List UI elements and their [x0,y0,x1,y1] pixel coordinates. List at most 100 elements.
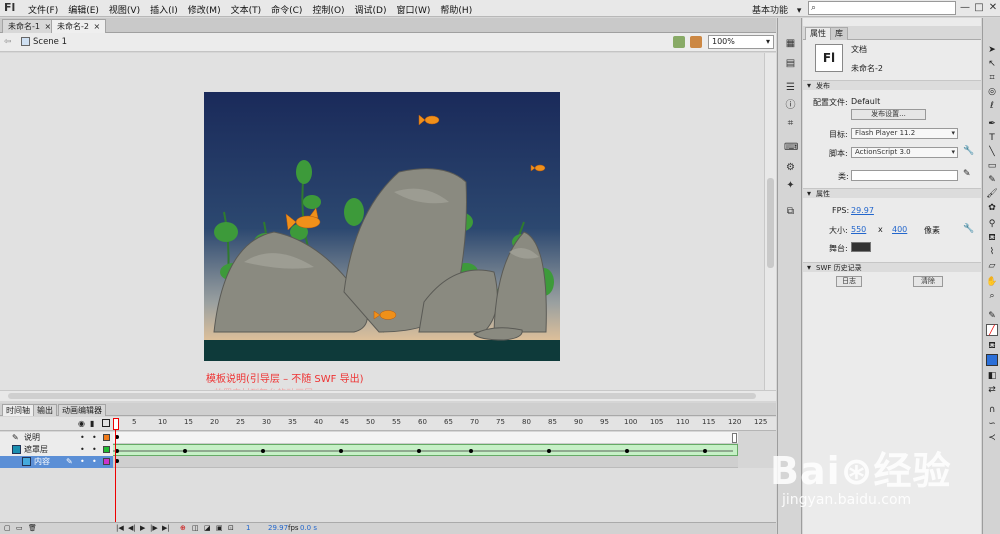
close-button[interactable]: ✕ [986,2,1000,14]
script-select[interactable]: ActionScript 3.0 ▾ [851,147,958,158]
scene-label[interactable]: Scene 1 [33,37,67,47]
no-stroke-icon[interactable]: ╱ [986,324,998,336]
doc-tab-1[interactable]: 未命名-1 × [2,19,58,33]
layer-color-swatch[interactable] [103,434,110,441]
current-frame[interactable]: 1 [246,524,250,532]
wrench-icon[interactable]: 🔧 [963,224,974,234]
menu-insert[interactable]: 插入(I) [150,3,178,16]
layer-name[interactable]: 说明 [24,432,40,443]
visibility-dot[interactable]: • [80,444,85,455]
publish-settings-button[interactable]: 发布设置... [851,109,926,120]
menu-debug[interactable]: 调试(D) [355,3,387,16]
straighten-icon[interactable]: ≺ [986,432,998,444]
center-frame-icon[interactable]: ⊕ [180,524,186,532]
end-frame[interactable] [732,433,737,443]
align-panel-icon[interactable]: ☰ [784,82,797,94]
new-folder-icon[interactable]: ▭ [16,524,23,532]
clear-button[interactable]: 清除 [913,276,943,287]
layer-row[interactable]: 遮罩层 • • [0,444,113,456]
publish-section-header[interactable]: 发布 [803,80,981,91]
close-icon[interactable]: × [94,22,101,31]
brush-tool-icon[interactable]: 🖌 [986,188,998,200]
playhead-handle[interactable] [113,418,119,430]
tab-motion-editor[interactable]: 动画编辑器 [58,404,106,416]
delete-layer-icon[interactable]: 🗑 [28,524,37,532]
onion-skin-icon[interactable]: ◫ [192,524,199,532]
frame-row[interactable] [113,444,738,456]
text-tool-icon[interactable]: T [986,132,998,144]
deco-tool-icon[interactable]: ✿ [986,202,998,214]
fill-swatch-icon[interactable] [986,354,998,366]
class-input[interactable] [851,170,958,181]
layer-name[interactable]: 遮罩层 [24,444,48,455]
tab-properties[interactable]: 属性 [805,27,831,40]
onion-markers-icon[interactable]: ⊡ [228,524,234,532]
tab-output[interactable]: 输出 [33,404,57,416]
lock-dot[interactable]: • [92,444,97,455]
prev-frame-icon[interactable]: ◀| [128,524,136,532]
last-frame-icon[interactable]: ▶| [162,524,170,532]
motion-presets-icon[interactable]: ✦ [784,180,797,192]
line-tool-icon[interactable]: ╲ [986,146,998,158]
maximize-button[interactable]: □ [972,2,986,14]
vertical-scrollbar[interactable] [764,53,776,390]
snap-magnet-icon[interactable]: ∩ [986,404,998,416]
horizontal-scrollbar[interactable] [0,390,776,401]
menu-control[interactable]: 控制(O) [312,3,344,16]
lock-dot[interactable]: • [92,456,97,467]
lock-dot[interactable]: • [92,432,97,443]
wrench-icon[interactable]: 🔧 [963,146,974,156]
components-icon[interactable]: ⚙ [784,162,797,174]
outline-icon[interactable] [102,419,110,427]
pencil-tool-icon[interactable]: ✎ [986,174,998,186]
swap-colors-icon[interactable]: ⇄ [986,384,998,396]
menu-edit[interactable]: 编辑(E) [68,3,99,16]
properties-section-header[interactable]: 属性 [803,188,981,199]
free-transform-tool-icon[interactable]: ⌗ [986,72,998,84]
eyedropper-tool-icon[interactable]: ⌇ [986,246,998,258]
stage-color-swatch[interactable] [851,242,871,252]
subselection-tool-icon[interactable]: ↖ [986,58,998,70]
layer-name[interactable]: 内容 [34,456,50,467]
menu-modify[interactable]: 修改(M) [188,3,221,16]
next-frame-icon[interactable]: |▶ [150,524,158,532]
history-section-header[interactable]: SWF 历史记录 [803,262,981,273]
pencil-icon[interactable]: ✎ [963,169,971,179]
frame-ruler[interactable]: 1 5 10 15 20 25 30 35 40 45 50 55 60 65 … [113,417,767,431]
visibility-dot[interactable]: • [80,456,85,467]
edit-multiple-icon[interactable]: ▣ [216,524,223,532]
frame-rate[interactable]: 29.97 [268,524,288,532]
menu-file[interactable]: 文件(F) [28,3,58,16]
visibility-dot[interactable]: • [80,432,85,443]
layer-color-swatch[interactable] [103,458,110,465]
playhead[interactable] [115,418,116,534]
lasso-tool-icon[interactable]: ℓ [986,100,998,112]
play-icon[interactable]: ▶ [140,524,145,532]
stage[interactable] [204,92,560,361]
scroll-thumb[interactable] [767,178,774,268]
zoom-select[interactable]: 100% ▾ [708,35,774,49]
back-arrow-icon[interactable]: ⇦ [4,37,12,47]
eye-icon[interactable]: ◉ [78,419,85,428]
menu-view[interactable]: 视图(V) [109,3,140,16]
frame-row[interactable] [113,456,738,468]
lock-icon[interactable]: ▮ [90,419,94,428]
properties-panel-icon[interactable]: ▦ [784,38,797,50]
smooth-icon[interactable]: ∽ [986,418,998,430]
paint-bucket-tool-icon[interactable]: ⛾ [986,232,998,244]
workspace-switcher[interactable]: 基本功能 ▾ [752,3,801,16]
tab-library[interactable]: 库 [830,27,848,40]
onion-outline-icon[interactable]: ◪ [204,524,211,532]
eraser-tool-icon[interactable]: ▱ [986,260,998,272]
tab-timeline[interactable]: 时间轴 [2,404,34,416]
layer-row-selected[interactable]: 内容 ✎ • • [0,456,113,468]
layer-row[interactable]: ✎ 说明 • • [0,432,113,444]
3d-rotation-tool-icon[interactable]: ◎ [986,86,998,98]
help-search-input[interactable]: ⌕ [808,1,956,15]
scroll-thumb[interactable] [8,393,756,399]
doc-tab-2[interactable]: 未命名-2 × [51,19,107,33]
fps-value[interactable]: 29.97 [851,206,874,215]
pen-tool-icon[interactable]: ✒ [986,118,998,130]
bone-tool-icon[interactable]: ⚲ [986,218,998,230]
code-snippets-icon[interactable]: ⌨ [784,142,798,154]
